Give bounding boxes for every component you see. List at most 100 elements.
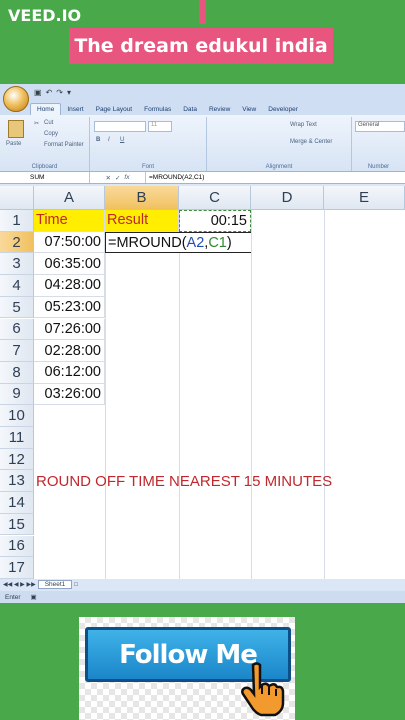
instruction-note: ROUND OFF TIME NEAREST 15 MINUTES [36, 473, 333, 490]
wrap-text-button[interactable]: Wrap Text [290, 122, 317, 128]
tab-formulas[interactable]: Formulas [138, 104, 177, 115]
cell-a3[interactable]: 06:35:00 [34, 253, 105, 276]
worksheet-grid[interactable]: A B C D E 1 2 3 4 5 6 7 8 9 10 11 12 13 … [0, 186, 405, 580]
formula-input[interactable]: =MROUND(A2,C1) [146, 174, 204, 181]
row-header[interactable]: 11 [0, 427, 34, 449]
font-label: Font [141, 164, 154, 170]
row-header[interactable]: 5 [0, 296, 34, 319]
row-header[interactable]: 15 [0, 513, 34, 536]
column-header-a[interactable]: A [34, 186, 105, 210]
row-header[interactable]: 4 [0, 275, 34, 297]
veed-watermark: VEED.IO [8, 6, 82, 25]
row-header[interactable]: 7 [0, 340, 34, 362]
row-header[interactable]: 12 [0, 448, 34, 471]
sheet-tab-sheet1[interactable]: Sheet1 [37, 580, 73, 589]
cell-a4[interactable]: 04:28:00 [34, 275, 105, 297]
title-banner: The dream edukul india [69, 28, 333, 64]
formula-ref-a2: A2 [186, 234, 205, 251]
pointing-hand-icon [241, 662, 285, 717]
column-header-c[interactable]: C [179, 186, 251, 210]
row-header[interactable]: 17 [0, 557, 34, 579]
row-header[interactable]: 3 [0, 253, 34, 276]
row-header[interactable]: 10 [0, 405, 34, 427]
tab-data[interactable]: Data [177, 104, 203, 115]
tab-page-layout[interactable]: Page Layout [90, 104, 139, 115]
row-header[interactable]: 14 [0, 492, 34, 514]
font-size-box[interactable]: 11 [148, 121, 172, 132]
cell-a9[interactable]: 03:26:00 [34, 383, 105, 406]
underline-button[interactable]: U [120, 137, 124, 143]
formula-prefix: =MROUND( [108, 234, 187, 251]
number-label: Number [367, 164, 390, 170]
cell-a7[interactable]: 02:28:00 [34, 340, 105, 362]
row-header[interactable]: 8 [0, 361, 34, 384]
row-header[interactable]: 6 [0, 318, 34, 341]
formula-bar: SUM ✕ ✓ fx =MROUND(A2,C1) [0, 172, 405, 184]
title-bar: ▣ ↶ ↷ ▾ [0, 84, 405, 101]
clipboard-group: Paste ✂ Cut Copy Format Painter Clipboar… [0, 117, 90, 171]
cut-icon[interactable]: ✂ [34, 120, 39, 127]
select-all-corner[interactable] [0, 186, 34, 210]
enter-icon[interactable]: ✓ [115, 174, 120, 182]
excel-window: ▣ ↶ ↷ ▾ Home Insert Page Layout Formulas… [0, 84, 405, 603]
cut-button[interactable]: Cut [44, 120, 53, 126]
cell-c1[interactable]: 00:15 [179, 210, 251, 232]
number-group: General Number [352, 117, 405, 171]
status-bar: Enter ▣ [0, 591, 405, 603]
alignment-label: Alignment [265, 164, 293, 170]
cell-b1[interactable]: Result [105, 210, 179, 232]
cell-a8[interactable]: 06:12:00 [34, 361, 105, 384]
save-icon[interactable]: ▣ [34, 88, 42, 97]
macro-record-icon[interactable]: ▣ [31, 593, 37, 601]
row-header[interactable]: 1 [0, 210, 34, 232]
gridline [324, 210, 325, 580]
cell-a2[interactable]: 07:50:00 [34, 231, 105, 254]
tab-insert[interactable]: Insert [61, 104, 89, 115]
bold-button[interactable]: B [96, 137, 100, 143]
tab-view[interactable]: View [236, 104, 262, 115]
office-button[interactable] [3, 86, 29, 112]
row-header[interactable]: 16 [0, 535, 34, 558]
number-format-box[interactable]: General [355, 121, 405, 132]
column-header-e[interactable]: E [324, 186, 405, 210]
redo-icon[interactable]: ↷ [56, 88, 63, 97]
sheet-tab-bar: ◀◀ ◀ ▶ ▶▶ Sheet1 □ [0, 579, 405, 590]
undo-icon[interactable]: ↶ [46, 88, 53, 97]
cell-a1[interactable]: Time [34, 210, 105, 232]
sheet-nav-icons[interactable]: ◀◀ ◀ ▶ ▶▶ [3, 581, 36, 588]
formula-suffix: ) [226, 234, 232, 251]
cancel-icon[interactable]: ✕ [106, 174, 111, 182]
clipboard-label: Clipboard [31, 164, 58, 170]
merge-center-button[interactable]: Merge & Center [290, 139, 332, 145]
status-mode: Enter [5, 593, 21, 601]
gridline [251, 210, 252, 580]
follow-me-graphic: Follow Me [79, 617, 295, 720]
font-name-box[interactable] [94, 121, 146, 132]
cell-a6[interactable]: 07:26:00 [34, 318, 105, 341]
insert-sheet-icon[interactable]: □ [74, 582, 78, 588]
gridline [179, 210, 180, 580]
formula-ref-c1: C1 [208, 234, 227, 251]
paste-icon[interactable] [8, 120, 24, 138]
alignment-group: Wrap Text Merge & Center Alignment [207, 117, 352, 171]
cell-a5[interactable]: 05:23:00 [34, 296, 105, 319]
column-header-b[interactable]: B [105, 186, 179, 210]
copy-button[interactable]: Copy [44, 131, 58, 137]
column-header-d[interactable]: D [251, 186, 324, 210]
customize-icon[interactable]: ▾ [67, 88, 71, 97]
banner-connector [199, 0, 206, 24]
paste-button[interactable]: Paste [6, 141, 21, 147]
cell-b2-editing[interactable]: =MROUND(A2, C1) [105, 231, 251, 254]
name-box[interactable]: SUM [0, 172, 90, 183]
formula-buttons: ✕ ✓ fx [90, 172, 146, 183]
fx-icon[interactable]: fx [124, 174, 129, 181]
italic-button[interactable]: I [108, 137, 110, 143]
format-painter-button[interactable]: Format Painter [44, 142, 84, 148]
tab-developer[interactable]: Developer [262, 104, 304, 115]
tab-home[interactable]: Home [30, 103, 62, 115]
row-header[interactable]: 13 [0, 470, 34, 493]
row-header[interactable]: 2 [0, 231, 34, 254]
row-header[interactable]: 9 [0, 383, 34, 406]
ribbon-tabs: Home Insert Page Layout Formulas Data Re… [0, 101, 405, 115]
tab-review[interactable]: Review [203, 104, 236, 115]
